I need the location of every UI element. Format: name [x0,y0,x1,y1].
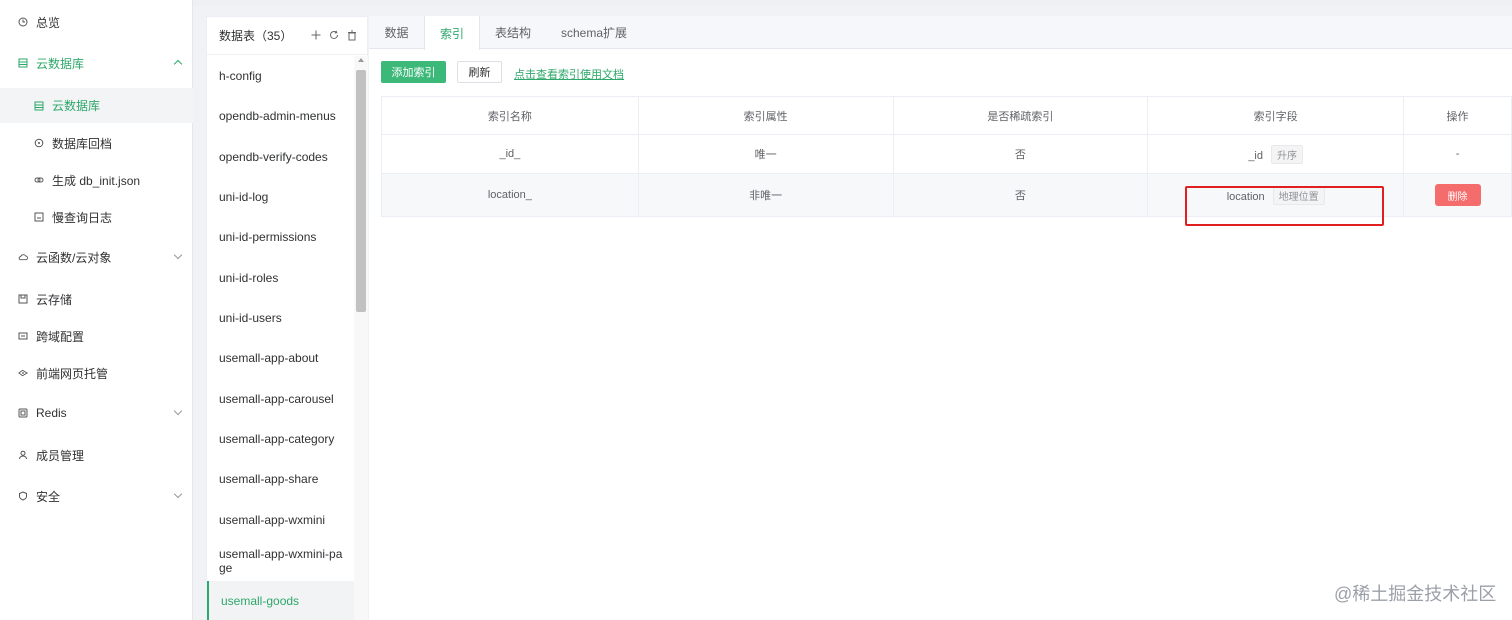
collection-item[interactable]: uni-id-roles [207,263,355,293]
link-icon [34,175,44,185]
cloud-icon [18,252,28,262]
collection-item[interactable]: usemall-app-share [207,464,355,494]
main-content: 数据 索引 表结构 schema扩展 添加索引 刷新 点击查看索引使用文档 索引… [369,16,1512,620]
column-header: 是否稀疏索引 [892,96,1149,135]
chevron-down-icon [173,406,183,416]
nav-label: 云函数/云对象 [36,250,112,265]
nav-item-members[interactable]: 成员管理 [0,437,193,473]
nav-label: 云存储 [36,292,73,307]
refresh-button[interactable]: 刷新 [457,61,502,83]
column-header: 操作 [1403,96,1512,135]
order-tag: 升序 [1271,144,1303,164]
add-index-button[interactable]: 添加索引 [381,61,446,83]
sidebar-nav: 总览 云数据库 云数据库 数据库回档 生成 db_init.json 慢查询日志 [0,0,193,620]
collection-item[interactable]: usemall-app-about [207,343,355,373]
web-icon [18,368,28,378]
collection-item[interactable]: usemall-app-carousel [207,384,355,414]
collection-item[interactable]: uni-id-log [207,182,355,212]
log-icon [34,212,44,222]
tab-data[interactable]: 数据 [369,16,424,49]
storage-icon [18,294,28,304]
collection-scroll-thumb[interactable] [356,70,366,312]
nav-label: 总览 [36,15,61,30]
collection-item-selected[interactable]: usemall-goods [207,581,355,620]
tab-schema-ext[interactable]: schema扩展 [546,16,642,49]
nav-label: 前端网页托管 [36,366,109,381]
nav-label: 数据库回档 [52,136,113,151]
nav-label: 成员管理 [36,448,85,463]
collection-item[interactable]: usemall-app-wxmini-page [207,541,355,581]
action-cell: - [1403,134,1512,174]
collection-item[interactable]: h-config [207,61,355,91]
collection-count-title: 数据表（35） [219,29,293,43]
redis-icon [18,408,28,418]
refresh-icon[interactable] [329,29,339,41]
scroll-up-arrow-icon[interactable] [358,58,364,62]
collection-item[interactable]: uni-id-users [207,303,355,333]
delete-button[interactable]: 删除 [1434,184,1481,206]
collection-item[interactable]: opendb-admin-menus [207,101,355,131]
column-header: 索引字段 [1147,96,1405,135]
nav-label: Redis [36,406,67,420]
field-name: _id [1248,149,1263,162]
index-name-cell: location_ [381,173,639,217]
table-header-row: 索引名称 索引属性 是否稀疏索引 索引字段 操作 [381,96,1512,135]
nav-subitem-slow-log[interactable]: 慢查询日志 [0,199,193,235]
highlight-box [1185,186,1384,226]
trash-icon[interactable] [347,29,357,41]
collection-item[interactable]: opendb-verify-codes [207,142,355,172]
shield-icon [18,491,28,501]
index-name-cell: _id_ [381,134,639,174]
nav-label: 安全 [36,489,61,504]
clock-icon [18,17,28,27]
nav-subitem-gen-init[interactable]: 生成 db_init.json [0,162,193,198]
collection-item[interactable]: usemall-app-wxmini [207,505,355,535]
watermark: @稀土掘金技术社区 [1334,584,1497,604]
nav-item-functions[interactable]: 云函数/云对象 [0,239,193,275]
nav-item-overview[interactable]: 总览 [0,4,193,40]
index-doc-link[interactable]: 点击查看索引使用文档 [514,66,624,82]
collection-item[interactable]: uni-id-permissions [207,222,355,252]
nav-item-hosting[interactable]: 前端网页托管 [0,355,193,391]
tab-bar: 数据 索引 表结构 schema扩展 [369,16,1512,50]
table-row: _id_ 唯一 否 _id 升序 - [381,134,1512,174]
action-cell: 删除 [1403,173,1512,217]
nav-label: 慢查询日志 [52,210,113,225]
index-attr-cell: 非唯一 [638,173,894,217]
database-icon [18,58,28,68]
config-icon [18,331,28,341]
tab-schema[interactable]: 表结构 [480,16,546,49]
chevron-down-icon [173,489,183,499]
top-strip [0,0,1512,6]
chevron-up-icon [173,59,183,69]
nav-label: 跨域配置 [36,329,85,344]
index-sparse-cell: 否 [893,134,1149,174]
nav-item-clouddb[interactable]: 云数据库 [0,45,193,81]
nav-item-cors[interactable]: 跨域配置 [0,318,193,354]
index-field-cell: _id 升序 [1147,134,1405,174]
nav-label: 生成 db_init.json [52,173,141,188]
add-icon[interactable] [311,29,321,41]
index-sparse-cell: 否 [893,173,1149,217]
collection-panel: 数据表（35） h-config opendb-admin-menus open… [206,16,368,620]
nav-item-security[interactable]: 安全 [0,478,193,514]
nav-subitem-db-backup[interactable]: 数据库回档 [0,125,193,161]
nav-label: 云数据库 [52,99,101,113]
tab-index[interactable]: 索引 [424,16,480,50]
nav-item-storage[interactable]: 云存储 [0,281,193,317]
column-header: 索引属性 [637,96,894,135]
database-icon [34,101,44,111]
nav-label: 云数据库 [36,56,85,71]
user-icon [18,450,28,460]
column-header: 索引名称 [381,96,639,135]
collection-header: 数据表（35） [207,17,367,55]
chevron-down-icon [173,250,183,260]
restore-icon [34,138,44,148]
collection-item[interactable]: usemall-app-category [207,424,355,454]
index-attr-cell: 唯一 [638,134,894,174]
nav-subitem-clouddb[interactable]: 云数据库 [0,88,193,123]
nav-item-redis[interactable]: Redis [0,395,193,431]
